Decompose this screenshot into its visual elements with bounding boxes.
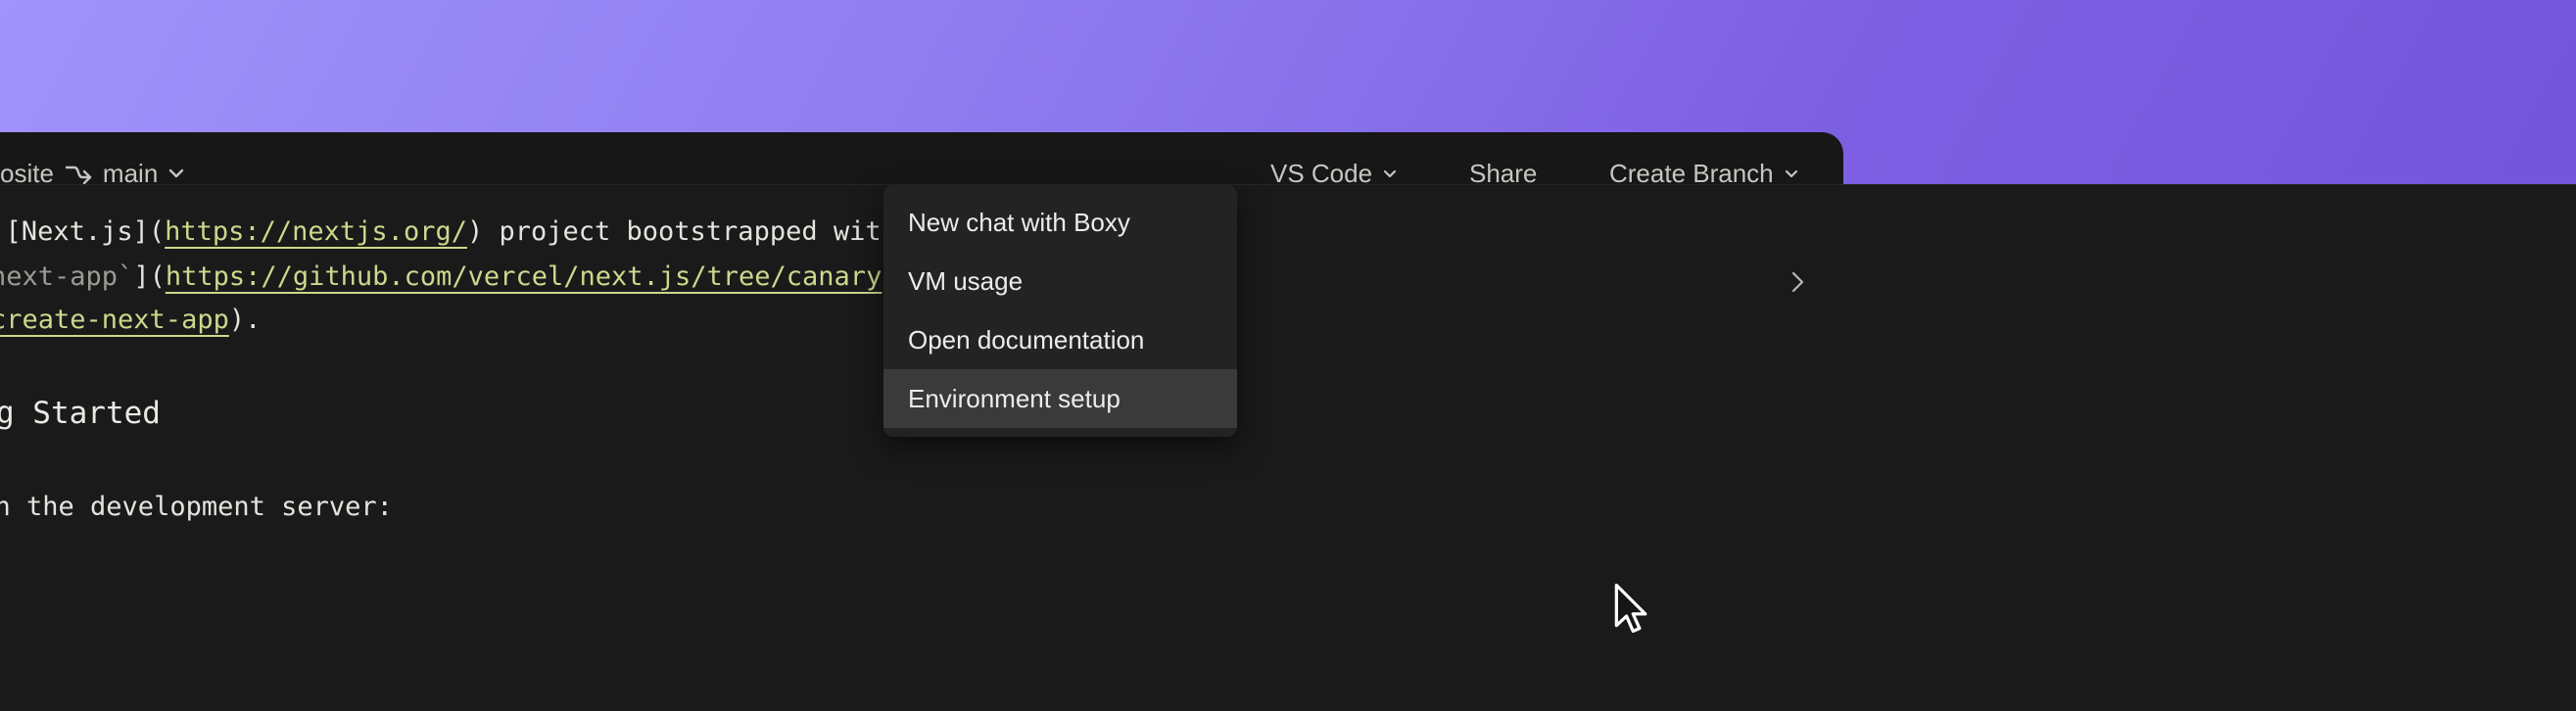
- markdown-heading: Getting Started: [0, 396, 161, 431]
- chevron-right-icon[interactable]: [1787, 268, 1813, 295]
- markdown-line-3: create-next-app).: [0, 305, 261, 335]
- mouse-cursor-icon: [1613, 584, 1654, 638]
- menu-item-vm-usage[interactable]: VM usage: [883, 252, 1237, 310]
- branch-arrow-icon: [64, 161, 93, 186]
- link-text[interactable]: https://github.com/vercel/next.js/tree/c…: [166, 261, 883, 292]
- markdown-line-5: Run the development server:: [0, 492, 393, 522]
- menu-item-open-documentation[interactable]: Open documentation: [883, 310, 1237, 369]
- heading-text: Getting Started: [0, 396, 161, 431]
- desktop: { "header": { "repo_label": "osite", "br…: [0, 0, 2576, 711]
- chevron-down-icon: [1382, 168, 1398, 179]
- inline-code-text: next-app`: [0, 261, 133, 292]
- toolbar-divider: [0, 184, 2576, 185]
- markdown-line-2: next-app`](https://github.com/vercel/nex…: [0, 261, 882, 292]
- link-text[interactable]: create-next-app: [0, 305, 229, 335]
- md-text: ).: [229, 305, 262, 335]
- panel-options-menu: New chat with Boxy VM usage Open documen…: [883, 185, 1237, 437]
- md-text: Run the development server:: [0, 492, 393, 522]
- menu-item-environment-setup[interactable]: Environment setup: [883, 369, 1237, 428]
- link-text[interactable]: https://nextjs.org/: [165, 216, 467, 247]
- md-text: ](: [133, 261, 166, 292]
- menu-item-new-chat[interactable]: New chat with Boxy: [883, 193, 1237, 252]
- chevron-down-icon: [167, 167, 185, 179]
- md-text: This is a [Next.js](: [0, 216, 165, 247]
- chevron-down-icon: [1784, 168, 1799, 179]
